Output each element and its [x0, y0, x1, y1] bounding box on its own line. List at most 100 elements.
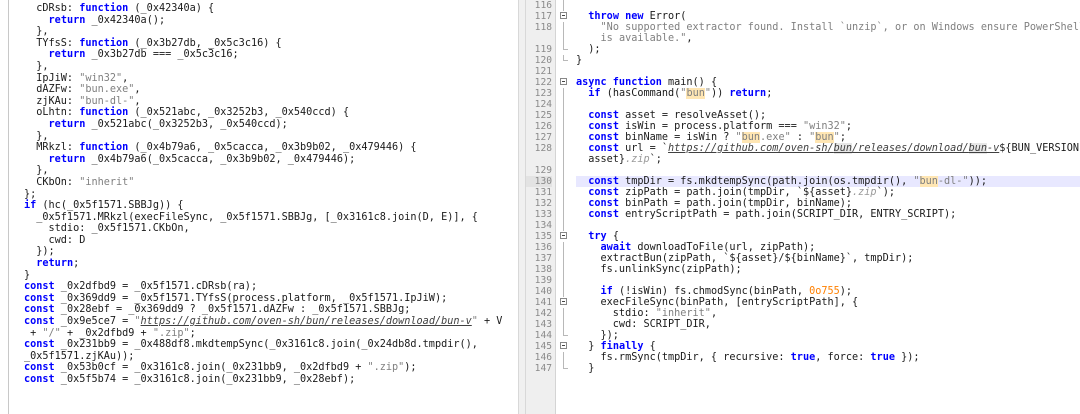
code-line[interactable]: 124 — [526, 99, 1080, 110]
fold-guide — [563, 319, 564, 330]
code-line[interactable]: }, — [24, 165, 518, 177]
code-line[interactable]: 134 — [526, 220, 1080, 231]
code-token: ); — [404, 362, 417, 374]
code-token: _0x9e5ce7 = — [54, 316, 135, 328]
code-line[interactable]: 126 const isWin = process.platform === "… — [526, 121, 1080, 132]
code-line[interactable]: CKbOn: "inherit" — [24, 177, 518, 189]
code-line[interactable]: _0x5f1571.zjKAu)); — [24, 351, 518, 363]
code-line[interactable]: 121 — [526, 66, 1080, 77]
code-token: function — [79, 37, 129, 49]
code-line[interactable]: 129 — [526, 165, 1080, 176]
code-line[interactable]: cDRsb: function (_0x42340a) { — [24, 3, 518, 15]
code-line[interactable]: } — [24, 270, 518, 282]
line-number: 122 — [534, 77, 552, 88]
fold-guide — [563, 0, 564, 11]
code-line[interactable]: dAZFw: "bun.exe", — [24, 84, 518, 96]
code-line[interactable]: 145 } finally { — [526, 341, 1080, 352]
code-line[interactable]: 131 const zipPath = path.join(tmpDir, `$… — [526, 187, 1080, 198]
code-line[interactable]: 133 const entryScriptPath = path.join(SC… — [526, 209, 1080, 220]
fold-toggle-icon[interactable] — [560, 342, 567, 349]
code-line[interactable]: }); — [24, 246, 518, 258]
code-token: _0x2dfbd9 = _0x5f1571.cDRsb(ra); — [54, 281, 258, 293]
code-line[interactable]: 119 ); — [526, 44, 1080, 55]
code-line[interactable]: TYfsS: function (_0x3b27db, _0x5c3c16) { — [24, 38, 518, 50]
code-line[interactable]: const _0x2dfbd9 = _0x5f1571.cDRsb(ra); — [24, 281, 518, 293]
code-line[interactable]: const _0x369dd9 = _0x5f1571.TYfsS(proces… — [24, 293, 518, 305]
code-line[interactable]: const _0x231bb9 = _0x488df8.mkdtempSync(… — [24, 339, 518, 351]
fold-guide — [563, 275, 564, 286]
code-line[interactable]: 125 const asset = resolveAsset(); — [526, 110, 1080, 121]
code-line[interactable]: _0x5f1571.MRkzl(execFileSync, _0x5f1571.… — [24, 212, 518, 224]
code-token: (_0x521abc, _0x3252b3, _0x540ccd) { — [128, 107, 350, 119]
fold-toggle-icon[interactable] — [560, 232, 567, 239]
code-token: const — [588, 110, 619, 121]
fold-toggle-icon[interactable] — [560, 78, 567, 85]
fold-guide — [563, 88, 564, 99]
code-line[interactable]: 118 "No supported extractor found. Insta… — [526, 22, 1080, 44]
code-line[interactable]: 132 const binPath = path.join(tmpDir, bi… — [526, 198, 1080, 209]
code-line[interactable]: oLhtn: function (_0x521abc, _0x3252b3, _… — [24, 107, 518, 119]
code-line[interactable]: 138 fs.unlinkSync(zipPath); — [526, 264, 1080, 275]
code-token: } — [576, 363, 595, 374]
right-code-pane[interactable]: 116 117 throw new Error(118 "No supported… — [526, 0, 1080, 414]
code-line[interactable]: IpJiW: "win32", — [24, 73, 518, 85]
code-token: throw new — [588, 11, 644, 22]
code-line[interactable]: stdio: _0x5f1571.CKbOn, — [24, 223, 518, 235]
code-text: throw new Error( — [576, 11, 1080, 22]
code-line[interactable]: 141 execFileSync(binPath, [entryScriptPa… — [526, 297, 1080, 308]
code-line[interactable]: const _0x9e5ce7 = "https://github.com/ov… — [24, 316, 518, 328]
fold-toggle-icon[interactable] — [560, 298, 567, 305]
code-line[interactable]: 135 try { — [526, 231, 1080, 242]
code-line[interactable]: + "/" + _0x2dfbd9 + ".zip"; — [24, 328, 518, 340]
code-line[interactable]: const _0x53b0cf = _0x3161c8.join(_0x231b… — [24, 362, 518, 374]
code-line[interactable]: 136 await downloadToFile(url, zipPath); — [526, 242, 1080, 253]
code-line[interactable]: 117 throw new Error( — [526, 11, 1080, 22]
code-line[interactable]: 146 fs.rmSync(tmpDir, { recursive: true,… — [526, 352, 1080, 363]
left-code-pane[interactable]: cDRsb: function (_0x42340a) { return _0x… — [0, 0, 518, 414]
code-line[interactable]: }, — [24, 131, 518, 143]
code-line[interactable]: }, — [24, 61, 518, 73]
code-line[interactable]: 137 extractBun(zipPath, `${asset}/${binN… — [526, 253, 1080, 264]
code-token: , — [134, 95, 141, 107]
code-line[interactable]: 144 }); — [526, 330, 1080, 341]
code-line[interactable]: 120} — [526, 55, 1080, 66]
code-line[interactable]: return _0x4b79a6(_0x5cacca, _0x3b9b02, _… — [24, 154, 518, 166]
code-line[interactable]: 122 async function main() { — [526, 77, 1080, 88]
code-line[interactable]: 127 const binName = isWin ? "bun.exe" : … — [526, 132, 1080, 143]
code-line[interactable]: 116 — [526, 0, 1080, 11]
code-line[interactable]: const _0x5f5b74 = _0x3161c8.join(_0x231b… — [24, 374, 518, 386]
code-line[interactable]: return _0x3b27db === _0x5c3c16; — [24, 49, 518, 61]
code-line[interactable]: cwd: D — [24, 235, 518, 247]
code-line[interactable]: 143 cwd: SCRIPT_DIR, — [526, 319, 1080, 330]
code-token: ".zip" — [367, 362, 405, 374]
code-line[interactable]: MRkzl: function (_0x4b79a6, _0x5cacca, _… — [24, 142, 518, 154]
code-line[interactable]: if (hc(_0x5f1571.SBBJg)) { — [24, 200, 518, 212]
code-line[interactable]: return _0x521abc(_0x3252b3, _0x540ccd); — [24, 119, 518, 131]
code-line[interactable]: }; — [24, 189, 518, 201]
pane-splitter[interactable] — [518, 0, 526, 414]
fold-end-marker — [563, 55, 568, 61]
code-line[interactable]: 142 stdio: "inherit", — [526, 308, 1080, 319]
code-line[interactable]: return _0x42340a(); — [24, 15, 518, 27]
code-line[interactable]: return; — [24, 258, 518, 270]
code-token: const — [588, 209, 619, 220]
fold-toggle-icon[interactable] — [560, 12, 567, 19]
fold-end-marker — [563, 44, 568, 50]
code-line[interactable]: 130 const tmpDir = fs.mkdtempSync(path.j… — [526, 176, 1080, 187]
code-token: zipPath = path.join(tmpDir, `${asset} — [618, 187, 853, 198]
fold-guide — [563, 220, 564, 231]
code-line[interactable]: 147 } — [526, 363, 1080, 374]
code-line[interactable]: 128 const url = `https://github.com/oven… — [526, 143, 1080, 165]
fold-guide — [563, 165, 564, 176]
code-line[interactable]: 123 if (hasCommand("bun")) return; — [526, 88, 1080, 99]
code-token: , — [134, 84, 141, 96]
code-line[interactable]: }, — [24, 26, 518, 38]
code-line[interactable]: 140 if (!isWin) fs.chmodSync(binPath, 0o… — [526, 286, 1080, 297]
code-line[interactable]: const _0x28ebf = _0x369dd9 ? _0x5f1571.d… — [24, 304, 518, 316]
code-line[interactable]: zjKAu: "bun-dl-", — [24, 96, 518, 108]
fold-guide — [563, 286, 564, 297]
code-line[interactable]: 139 — [526, 275, 1080, 286]
